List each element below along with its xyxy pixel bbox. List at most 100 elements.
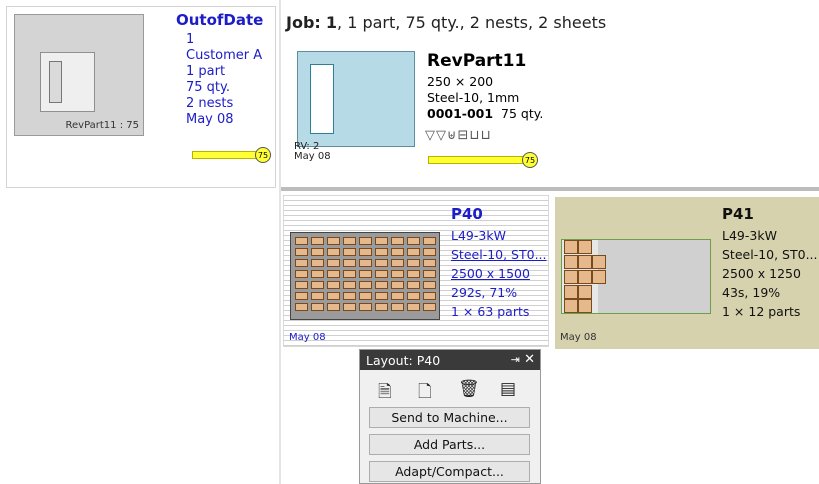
nested-part [423, 281, 436, 289]
thumbnail-caption: RevPart11 : 75 [65, 120, 140, 131]
nest-name[interactable]: P41 [722, 205, 754, 223]
job-title[interactable]: OutofDate [176, 11, 263, 29]
nested-part [343, 270, 356, 278]
nested-part [578, 299, 592, 313]
nest-parts: 1 × 63 parts [451, 304, 530, 319]
add-parts-button[interactable]: Add Parts... [369, 434, 530, 455]
nest-time-util: 43s, 19% [722, 285, 781, 300]
thumbnail-sheet [40, 52, 95, 112]
nested-part [343, 237, 356, 245]
nest-sheet-size: 2500 x 1250 [722, 266, 801, 281]
nest-material: Steel-10, ST0... [451, 247, 547, 262]
layout-panel-header[interactable]: Layout: P40 ⇥ ✕ [360, 350, 540, 370]
vertical-splitter[interactable] [279, 0, 281, 484]
nested-part [327, 281, 340, 289]
job-qty: 75 qty. [186, 80, 230, 95]
job-customer: Customer A [186, 48, 263, 63]
nest-icon: ▽ [436, 128, 447, 143]
send-to-machine-button[interactable]: Send to Machine... [369, 407, 530, 428]
nest-material: Steel-10, ST0... [722, 247, 818, 262]
nested-part [578, 285, 592, 299]
nest-time-util: 292s, 71% [451, 285, 518, 300]
nested-part [375, 281, 388, 289]
job-progress-badge: 75 [255, 147, 271, 163]
layout-panel: Layout: P40 ⇥ ✕ 🗎 🗋 🗑 ▤ Send to Machine.… [359, 349, 541, 484]
nested-part [359, 259, 372, 267]
part-material: Steel-10, 1mm [427, 90, 520, 105]
part-thumbnail[interactable] [297, 51, 415, 147]
nested-part [311, 259, 324, 267]
job-header: Job: 1, 1 part, 75 qty., 2 nests, 2 shee… [286, 13, 606, 32]
nested-part [423, 303, 436, 311]
part-code: 0001-001 [427, 106, 494, 121]
nested-part [375, 303, 388, 311]
nested-part [407, 237, 420, 245]
nested-part [423, 248, 436, 256]
nested-part [327, 270, 340, 278]
nest-machine: L49-3kW [451, 228, 506, 243]
horizontal-splitter[interactable] [281, 187, 819, 191]
nest-details: L49-3kW Steel-10, ST0... 2500 x 1500 292… [451, 226, 547, 321]
part-status-icons: ▽▽⊎⊟⊔⊔ [425, 128, 492, 143]
nested-part [343, 281, 356, 289]
nested-part [295, 303, 308, 311]
nested-part [311, 237, 324, 245]
nested-part [391, 281, 404, 289]
close-icon[interactable]: ✕ [524, 352, 535, 367]
nested-part [578, 240, 592, 254]
part-date: May 08 [294, 151, 331, 162]
edit-document-icon[interactable]: 🗋 [418, 379, 432, 408]
nested-part [311, 303, 324, 311]
nest-sheet-size: 2500 x 1500 [451, 266, 530, 281]
job-parts: 1 part [186, 64, 226, 79]
sheet-icon: ⊔ [480, 128, 492, 143]
nested-part [327, 248, 340, 256]
nested-part [375, 248, 388, 256]
nested-part [423, 270, 436, 278]
job-details: 1 Customer A 1 part 75 qty. 2 nests May … [186, 32, 262, 128]
nest-sheet-p40 [290, 232, 440, 320]
nested-part [564, 285, 578, 299]
nested-part [391, 292, 404, 300]
job-nests: 2 nests [186, 96, 234, 111]
nest-details: L49-3kW Steel-10, ST0... 2500 x 1250 43s… [722, 226, 818, 321]
sheet-icon: ⊔ [469, 128, 481, 143]
nested-part [343, 259, 356, 267]
nested-part [407, 259, 420, 267]
nested-part [578, 255, 592, 269]
job-header-summary: , 1 part, 75 qty., 2 nests, 2 sheets [337, 13, 607, 32]
layout-panel-title: Layout: P40 [366, 353, 440, 368]
adapt-compact-button[interactable]: Adapt/Compact... [369, 461, 530, 482]
nested-part [359, 270, 372, 278]
nest-date: May 08 [289, 332, 326, 343]
part-revision: RV: 2 May 08 [294, 142, 331, 162]
nested-part [327, 292, 340, 300]
nested-part [311, 248, 324, 256]
nested-part [375, 292, 388, 300]
nested-part [343, 292, 356, 300]
nested-part [295, 248, 308, 256]
nested-part [327, 303, 340, 311]
nested-part [592, 270, 606, 284]
nested-part [423, 292, 436, 300]
nest-name[interactable]: P40 [451, 205, 483, 223]
nested-part [295, 259, 308, 267]
delete-icon[interactable]: 🗑 [458, 379, 480, 399]
pin-icon[interactable]: ⇥ [511, 353, 520, 366]
cut-icon: ⊎ [447, 128, 458, 143]
nested-part [375, 259, 388, 267]
nested-part [359, 292, 372, 300]
report-icon[interactable]: ▤ [500, 379, 516, 399]
nested-part [423, 237, 436, 245]
nested-part [564, 240, 578, 254]
nested-part [578, 270, 592, 284]
part-progress-badge: 75 [522, 152, 538, 168]
job-thumbnail: RevPart11 : 75 [14, 14, 144, 136]
part-qty: 75 qty. [501, 106, 544, 121]
nested-part [407, 248, 420, 256]
nested-part [311, 292, 324, 300]
nested-part [359, 303, 372, 311]
part-code-line: 0001-001 75 qty. [427, 106, 543, 122]
part-name[interactable]: RevPart11 [427, 51, 526, 71]
document-icon[interactable]: 🗎 [378, 379, 392, 408]
